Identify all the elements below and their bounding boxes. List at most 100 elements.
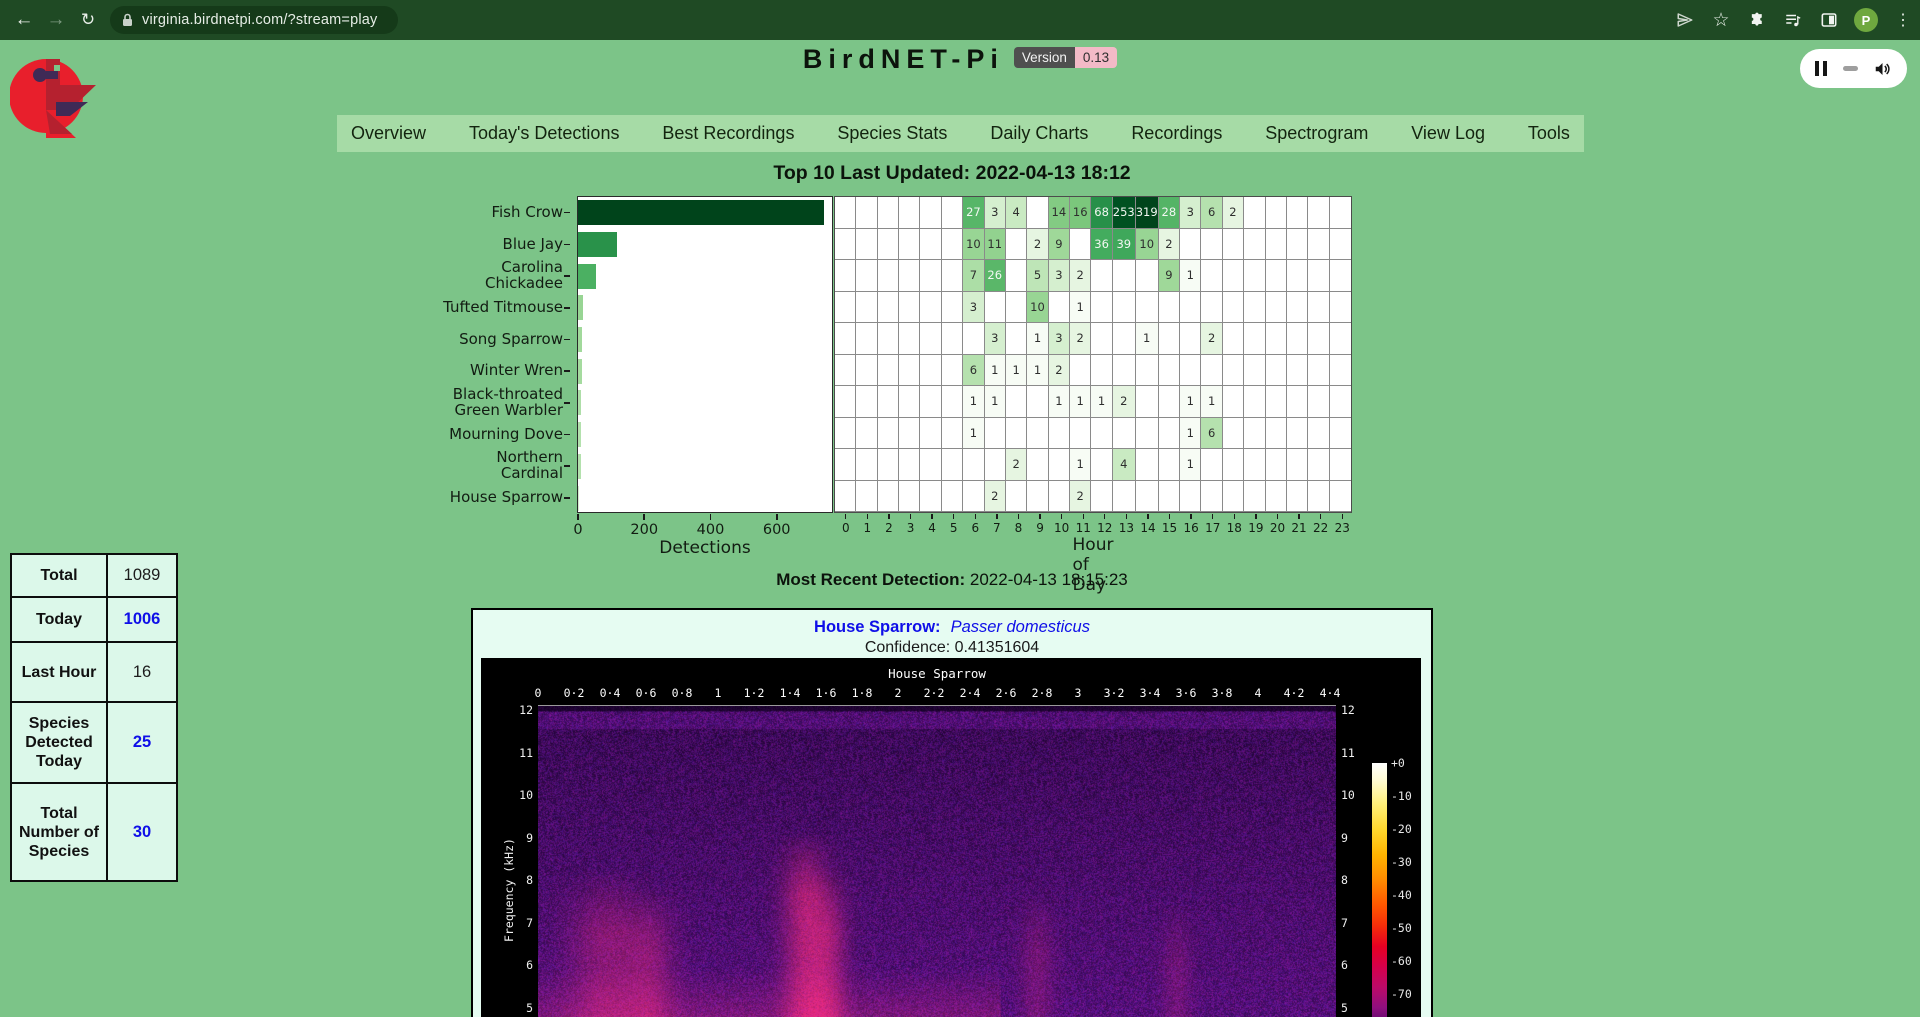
confidence-line: Confidence: 0.41351604: [473, 639, 1431, 657]
species-latin-link[interactable]: Passer domesticus: [951, 618, 1090, 636]
hour-tick-label: 16: [1183, 521, 1198, 535]
heatmap-cell: [1308, 449, 1329, 481]
heatmap-cell: [1006, 229, 1027, 261]
heatmap-cell: [1159, 386, 1180, 418]
heatmap-cell: [1159, 355, 1180, 387]
heatmap-cell: [1049, 481, 1070, 513]
heatmap-cell: 6: [1201, 418, 1222, 450]
hour-tick: [1298, 514, 1299, 519]
freq-tick-label-right: 6: [1341, 958, 1381, 972]
heatmap-cell: 319: [1136, 197, 1159, 229]
stats-value[interactable]: 1006: [107, 597, 177, 642]
bookmark-star-icon[interactable]: ☆: [1710, 9, 1732, 31]
time-tick-label: 4: [1255, 686, 1262, 700]
heatmap-cell: [856, 229, 877, 261]
heatmap-cell: [1244, 197, 1265, 229]
heatmap-cell: [899, 449, 920, 481]
back-icon[interactable]: ←: [8, 5, 40, 35]
heatmap-cell: 1: [1070, 386, 1091, 418]
volume-icon[interactable]: [1873, 60, 1892, 78]
species-tick: [564, 465, 570, 467]
heatmap-cell: [899, 292, 920, 324]
freq-tick-label-left: 12: [493, 703, 533, 717]
heatmap-cell: [1027, 481, 1048, 513]
heatmap-cell: 1: [1091, 386, 1112, 418]
heatmap-cell: [1244, 355, 1265, 387]
heatmap-cell: 1: [1180, 418, 1201, 450]
heatmap-cell: [835, 418, 856, 450]
heatmap-cell: [963, 449, 984, 481]
heatmap-cell: [1266, 197, 1287, 229]
time-tick-label: 1: [715, 686, 722, 700]
heatmap-cell: [899, 481, 920, 513]
species-common-link[interactable]: House Sparrow:: [814, 618, 941, 636]
heatmap-cell: [835, 197, 856, 229]
heatmap-cell: 68: [1091, 197, 1112, 229]
nav-item-view-log[interactable]: View Log: [1411, 123, 1485, 144]
heatmap-cell: [920, 386, 941, 418]
heatmap-cell: 26: [985, 260, 1006, 292]
browser-menu-icon[interactable]: ⋮: [1892, 9, 1914, 31]
forward-icon[interactable]: →: [40, 5, 72, 35]
colorbar-tick-label: -20: [1391, 822, 1412, 836]
hour-tick: [996, 514, 997, 519]
heatmap-cell: [878, 418, 899, 450]
time-tick-label: 1·4: [780, 686, 801, 700]
media-playlist-icon[interactable]: [1782, 9, 1804, 31]
nav-item-tools[interactable]: Tools: [1528, 123, 1570, 144]
heatmap-cell: [878, 481, 899, 513]
reload-icon[interactable]: ↻: [72, 5, 104, 35]
heatmap-cell: [1006, 418, 1027, 450]
heatmap-cell: [856, 197, 877, 229]
nav-item-daily-charts[interactable]: Daily Charts: [990, 123, 1088, 144]
freq-tick-label-left: 10: [493, 788, 533, 802]
heatmap-cell: 1: [985, 386, 1006, 418]
heatmap-cell: [1201, 355, 1222, 387]
heatmap-cell: 3: [1049, 260, 1070, 292]
species-label: NorthernCardinal: [410, 450, 563, 482]
freq-tick-label-right: 8: [1341, 873, 1381, 887]
heatmap-cell: [1308, 481, 1329, 513]
stats-value[interactable]: 25: [107, 702, 177, 783]
heatmap-cell: [878, 229, 899, 261]
extensions-icon[interactable]: [1746, 9, 1768, 31]
nav-item-best-recordings[interactable]: Best Recordings: [662, 123, 794, 144]
nav-item-species-stats[interactable]: Species Stats: [837, 123, 947, 144]
heatmap-cell: [920, 323, 941, 355]
confidence-value: 0.41351604: [955, 639, 1040, 656]
pause-button[interactable]: [1815, 61, 1827, 76]
address-bar[interactable]: virginia.birdnetpi.com/?stream=play: [110, 6, 398, 34]
heatmap-cell: [1244, 449, 1265, 481]
time-tick-label: 0·2: [564, 686, 585, 700]
heatmap-cell: [1006, 481, 1027, 513]
seek-slider[interactable]: [1843, 66, 1858, 71]
heatmap-cell: [1266, 481, 1287, 513]
species-label: Tufted Titmouse: [410, 291, 563, 323]
send-icon[interactable]: [1674, 9, 1696, 31]
freq-tick-label-left: 11: [493, 746, 533, 760]
heatmap-cell: [1113, 260, 1136, 292]
nav-item-recordings[interactable]: Recordings: [1131, 123, 1222, 144]
heatmap-cell: [1287, 323, 1308, 355]
side-panel-icon[interactable]: [1818, 9, 1840, 31]
nav-item-overview[interactable]: Overview: [351, 123, 426, 144]
species-tick: [564, 497, 570, 499]
stats-value[interactable]: 30: [107, 783, 177, 881]
bar-xtick: [776, 514, 778, 520]
heatmap-cell: [835, 481, 856, 513]
nav-item-spectrogram[interactable]: Spectrogram: [1265, 123, 1368, 144]
heatmap-cell: 10: [963, 229, 984, 261]
profile-avatar[interactable]: P: [1854, 8, 1878, 32]
heatmap-cell: [1159, 481, 1180, 513]
hour-tick: [1147, 514, 1148, 519]
heatmap-cell: [899, 260, 920, 292]
bar-xtick-label: 400: [697, 522, 725, 538]
heatmap-cell: [920, 292, 941, 324]
detections-bar: [578, 422, 581, 447]
heatmap-cell: [1287, 386, 1308, 418]
audio-player: [1800, 49, 1907, 88]
heatmap-cell: [1091, 449, 1112, 481]
nav-item-today-s-detections[interactable]: Today's Detections: [469, 123, 620, 144]
detection-species-line: House Sparrow: Passer domesticus: [473, 618, 1431, 637]
heatmap-cell: [1201, 260, 1222, 292]
